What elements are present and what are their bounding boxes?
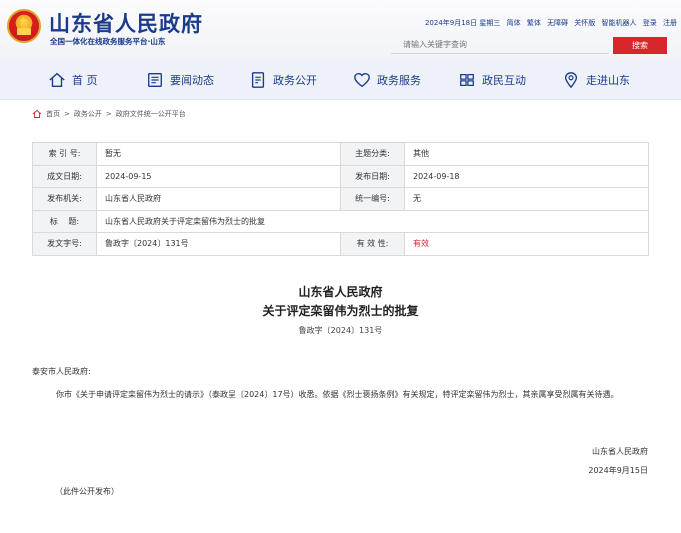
unified-number-value: 无 bbox=[404, 187, 649, 211]
nav-label: 政务服务 bbox=[377, 74, 421, 87]
traditional-link[interactable]: 繁体 bbox=[527, 19, 541, 27]
nav-item-gov-service[interactable]: 政务服务 bbox=[353, 60, 421, 100]
publication-note: （此件公开发布） bbox=[55, 487, 119, 496]
nav-item-news[interactable]: 要闻动态 bbox=[146, 60, 214, 100]
signature-date: 2024年9月15日 bbox=[588, 466, 648, 475]
search-bar: 搜索 bbox=[391, 36, 671, 54]
table-row: 索 引 号: 暂无 主题分类: 其他 bbox=[32, 142, 649, 166]
nav-label: 要闻动态 bbox=[170, 74, 214, 87]
validity-label: 有 效 性: bbox=[340, 232, 405, 256]
breadcrumb-gov-open[interactable]: 政务公开 bbox=[74, 109, 102, 119]
title-value: 山东省人民政府关于评定栾留伟为烈士的批复 bbox=[96, 209, 649, 233]
robot-link[interactable]: 智能机器人 bbox=[602, 19, 637, 27]
simplified-link[interactable]: 简体 bbox=[507, 19, 521, 27]
nav-label: 走进山东 bbox=[586, 74, 630, 87]
elder-mode-link[interactable]: 关怀版 bbox=[574, 19, 595, 27]
created-label: 成文日期: bbox=[32, 164, 97, 188]
breadcrumb-separator: > bbox=[105, 110, 112, 118]
site-subtitle[interactable]: 全国一体化在线政务服务平台·山东 bbox=[50, 36, 165, 47]
nav-label: 政务公开 bbox=[273, 74, 317, 87]
document-org: 山东省人民政府 bbox=[298, 285, 383, 299]
breadcrumb: 首页 > 政务公开 > 政府文件统一公开平台 bbox=[32, 109, 186, 119]
search-button[interactable]: 搜索 bbox=[613, 37, 667, 54]
table-row: 发文字号: 鲁政字〔2024〕131号 有 效 性: 有效 bbox=[32, 232, 649, 256]
document-meta-table: 索 引 号: 暂无 主题分类: 其他 成文日期: 2024-09-15 发布日期… bbox=[32, 142, 649, 256]
index-value: 暂无 bbox=[96, 142, 341, 166]
site-header: ★ 山东省人民政府 全国一体化在线政务服务平台·山东 2024年9月18日 星期… bbox=[0, 0, 681, 60]
document-number: 鲁政字〔2024〕131号 bbox=[298, 326, 383, 335]
breadcrumb-platform[interactable]: 政府文件统一公开平台 bbox=[116, 109, 186, 119]
interaction-icon bbox=[460, 73, 474, 87]
document-body: 你市《关于申请评定栾留伟为烈士的请示》（泰政呈〔2024〕17号）收悉。依据《烈… bbox=[56, 390, 619, 399]
doc-number-value: 鲁政字〔2024〕131号 bbox=[96, 232, 341, 256]
nav-item-gov-open[interactable]: 政务公开 bbox=[249, 60, 317, 100]
category-label: 主题分类: bbox=[340, 142, 405, 166]
breadcrumb-home[interactable]: 首页 bbox=[46, 109, 60, 119]
national-emblem-icon[interactable]: ★ bbox=[7, 9, 41, 43]
news-icon bbox=[148, 73, 162, 87]
doc-number-label: 发文字号: bbox=[32, 232, 97, 256]
login-link[interactable]: 登录 bbox=[643, 19, 657, 27]
site-title[interactable]: 山东省人民政府 bbox=[49, 8, 203, 38]
breadcrumb-separator: > bbox=[64, 110, 70, 118]
accessibility-link[interactable]: 无障碍 bbox=[547, 19, 568, 27]
nav-item-home[interactable]: 首 页 bbox=[48, 60, 98, 100]
register-link[interactable]: 注册 bbox=[663, 19, 677, 27]
validity-value: 有效 bbox=[404, 232, 649, 256]
search-input[interactable] bbox=[391, 36, 609, 54]
category-value: 其他 bbox=[404, 142, 649, 166]
issuer-value: 山东省人民政府 bbox=[96, 187, 341, 211]
document-icon bbox=[251, 72, 265, 88]
top-links: 2024年9月18日 星期三 简体 繁体 无障碍 关怀版 智能机器人 登录 注册 bbox=[421, 18, 677, 28]
table-row: 标 题: 山东省人民政府关于评定栾留伟为烈士的批复 bbox=[32, 209, 649, 233]
home-icon bbox=[49, 72, 65, 87]
index-label: 索 引 号: bbox=[32, 142, 97, 166]
table-row: 发布机关: 山东省人民政府 统一编号: 无 bbox=[32, 187, 649, 211]
document-addressee: 泰安市人民政府: bbox=[32, 367, 91, 376]
heart-icon bbox=[354, 73, 370, 88]
published-value: 2024-09-18 bbox=[404, 164, 649, 188]
nav-label: 政民互动 bbox=[482, 74, 526, 87]
date-text: 2024年9月18日 星期三 bbox=[424, 19, 501, 27]
nav-item-about-shandong[interactable]: 走进山东 bbox=[562, 60, 630, 100]
title-label: 标 题: bbox=[32, 209, 97, 233]
issuer-label: 发布机关: bbox=[32, 187, 97, 211]
gate-icon bbox=[17, 28, 31, 35]
nav-label: 首 页 bbox=[72, 74, 98, 87]
main-nav: 首 页 要闻动态 政务公开 政务服务 政民互动 走进山东 bbox=[0, 60, 681, 100]
signature-org: 山东省人民政府 bbox=[592, 447, 648, 456]
location-icon bbox=[564, 72, 578, 89]
created-value: 2024-09-15 bbox=[96, 164, 341, 188]
table-row: 成文日期: 2024-09-15 发布日期: 2024-09-18 bbox=[32, 164, 649, 188]
unified-number-label: 统一编号: bbox=[340, 187, 405, 211]
home-icon bbox=[32, 109, 42, 118]
nav-item-interaction[interactable]: 政民互动 bbox=[458, 60, 526, 100]
document-title: 关于评定栾留伟为烈士的批复 bbox=[262, 304, 419, 318]
star-icon: ★ bbox=[18, 14, 29, 28]
published-label: 发布日期: bbox=[340, 164, 405, 188]
